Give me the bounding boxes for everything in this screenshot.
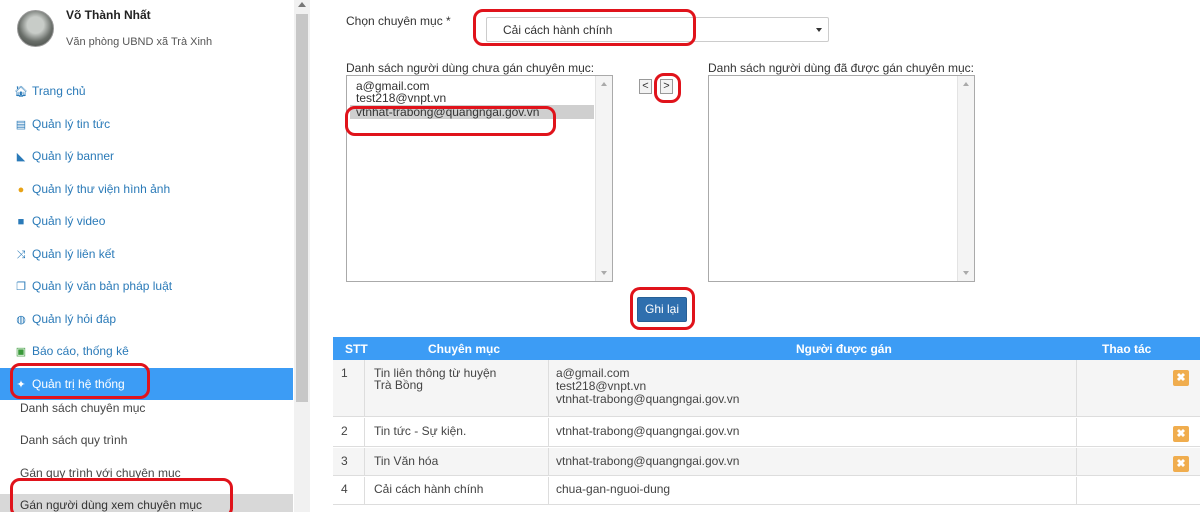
sidebar-item-label: Quản trị hệ thống (32, 377, 125, 391)
cell-user: vtnhat-trabong@quangngai.gov.vn (556, 392, 740, 406)
delete-button[interactable]: ✖ (1173, 370, 1189, 386)
table-row: 1 Tin liên thông từ huyện Trà Bồng a@gma… (333, 360, 1200, 417)
table-header: STT Chuyên mục Người được gán Thao tác (333, 337, 1200, 360)
list-item[interactable]: test218@vnpt.vn (350, 92, 594, 104)
sidebar-item-qa[interactable]: ◍ Quản lý hỏi đáp (14, 309, 116, 329)
submenu-assign-process[interactable]: Gán quy trình với chuyên mục (20, 466, 181, 480)
sidebar-item-label: Quản lý banner (32, 149, 115, 163)
sidebar-item-news[interactable]: ▤ Quản lý tin tức (14, 114, 110, 134)
sidebar-item-label: Quản lý liên kết (32, 247, 115, 261)
cell-stt: 3 (341, 454, 348, 468)
list-scrollbar[interactable] (957, 76, 974, 281)
cell-stt: 4 (341, 482, 348, 496)
sidebar-item-label: Quản lý văn bản pháp luật (32, 279, 173, 293)
cell-category: Cải cách hành chính (374, 482, 484, 496)
delete-button[interactable]: ✖ (1173, 426, 1189, 442)
sidebar-item-gallery[interactable]: ● Quản lý thư viện hình ảnh (14, 179, 170, 199)
sidebar-item-video[interactable]: ■ Quản lý video (14, 211, 106, 231)
report-icon: ▣ (15, 346, 27, 358)
unassigned-users-list[interactable]: a@gmail.com test218@vnpt.vn vtnhat-trabo… (346, 75, 613, 282)
category-label: Chọn chuyên mục * (346, 14, 451, 28)
column-header-category: Chuyên mục (428, 342, 501, 356)
documents-icon: ❐ (16, 281, 26, 293)
sidebar-scrollbar[interactable] (294, 0, 310, 512)
sidebar-item-links[interactable]: ⤨ Quản lý liên kết (14, 244, 115, 264)
scroll-down-arrow-icon[interactable] (963, 271, 969, 275)
unassigned-users-label: Danh sách người dùng chưa gán chuyên mục… (346, 61, 595, 75)
column-header-actions: Thao tác (1102, 342, 1152, 356)
table-row: 2 Tin tức - Sự kiện. vtnhat-trabong@quan… (333, 418, 1200, 447)
sidebar-item-label: Báo cáo, thống kê (32, 344, 129, 358)
sidebar-item-reports[interactable]: ▣ Báo cáo, thống kê (14, 341, 129, 361)
cell-stt: 2 (341, 424, 348, 438)
delete-button[interactable]: ✖ (1173, 456, 1189, 472)
video-camera-icon: ■ (17, 216, 25, 228)
wrench-icon: ✦ (16, 379, 26, 391)
submenu-process-list[interactable]: Danh sách quy trình (20, 433, 127, 447)
scroll-up-arrow-icon[interactable] (601, 82, 607, 86)
sidebar-item-label: Quản lý hỏi đáp (32, 312, 117, 326)
chevron-down-icon (816, 28, 822, 32)
column-header-assigned-users: Người được gán (796, 342, 892, 356)
area-chart-icon: ◣ (16, 151, 26, 163)
scroll-down-arrow-icon[interactable] (601, 271, 607, 275)
category-select-value: Cải cách hành chính (503, 23, 613, 37)
sidebar: Võ Thành Nhất Văn phòng UBND xã Trà Xinh… (0, 0, 293, 512)
cell-user: vtnhat-trabong@quangngai.gov.vn (556, 424, 740, 438)
sidebar-item-label: Quản lý video (32, 214, 106, 228)
scroll-up-arrow-icon[interactable] (298, 2, 306, 7)
submenu-assign-user-view[interactable]: Gán người dùng xem chuyên mục (0, 494, 293, 512)
cell-category: Tin tức - Sự kiện. (374, 424, 467, 438)
cell-category: Tin liên thông từ huyện Trà Bồng (374, 366, 497, 392)
table-row: 4 Cải cách hành chính chua-gan-nguoi-dun… (333, 477, 1200, 505)
home-icon: 🏠︎ (14, 86, 28, 98)
avatar (17, 10, 54, 47)
sidebar-item-label: Trang chủ (32, 84, 86, 98)
move-right-button[interactable]: > (660, 79, 673, 94)
cell-user: a@gmail.com (556, 366, 630, 380)
save-button[interactable]: Ghi lại (637, 297, 687, 322)
user-name: Võ Thành Nhất (66, 8, 151, 22)
list-item-selected[interactable]: vtnhat-trabong@quangngai.gov.vn (350, 105, 594, 119)
list-scrollbar[interactable] (595, 76, 612, 281)
column-header-stt: STT (345, 342, 368, 356)
cell-stt: 1 (341, 366, 348, 380)
cell-user: chua-gan-nguoi-dung (556, 482, 671, 496)
submenu-category-list[interactable]: Danh sách chuyên mục (20, 401, 145, 415)
shuffle-icon: ⤨ (16, 249, 26, 261)
assigned-users-list[interactable] (708, 75, 975, 282)
color-dot-icon: ● (17, 184, 25, 196)
cell-user: test218@vnpt.vn (556, 379, 647, 393)
cell-user: vtnhat-trabong@quangngai.gov.vn (556, 454, 740, 468)
category-select[interactable]: Cải cách hành chính (486, 17, 829, 42)
chat-bubble-icon: ◍ (16, 314, 26, 326)
sidebar-item-label: Quản lý tin tức (32, 117, 111, 131)
scroll-thumb[interactable] (296, 14, 308, 402)
scroll-up-arrow-icon[interactable] (963, 82, 969, 86)
sidebar-item-legal-docs[interactable]: ❐ Quản lý văn bản pháp luật (14, 276, 172, 296)
sidebar-item-label: Quản lý thư viện hình ảnh (32, 182, 171, 196)
move-left-button[interactable]: < (639, 79, 652, 94)
newspaper-icon: ▤ (15, 119, 27, 131)
table-row: 3 Tin Văn hóa vtnhat-trabong@quangngai.g… (333, 448, 1200, 476)
sidebar-item-banner[interactable]: ◣ Quản lý banner (14, 146, 114, 166)
assigned-users-label: Danh sách người dùng đã được gán chuyên … (708, 61, 974, 75)
sidebar-item-home[interactable]: 🏠︎ Trang chủ (14, 81, 86, 101)
cell-category: Tin Văn hóa (374, 454, 439, 468)
sidebar-item-system-admin[interactable]: ✦ Quản trị hệ thống (0, 368, 293, 400)
user-org: Văn phòng UBND xã Trà Xinh (66, 36, 213, 48)
